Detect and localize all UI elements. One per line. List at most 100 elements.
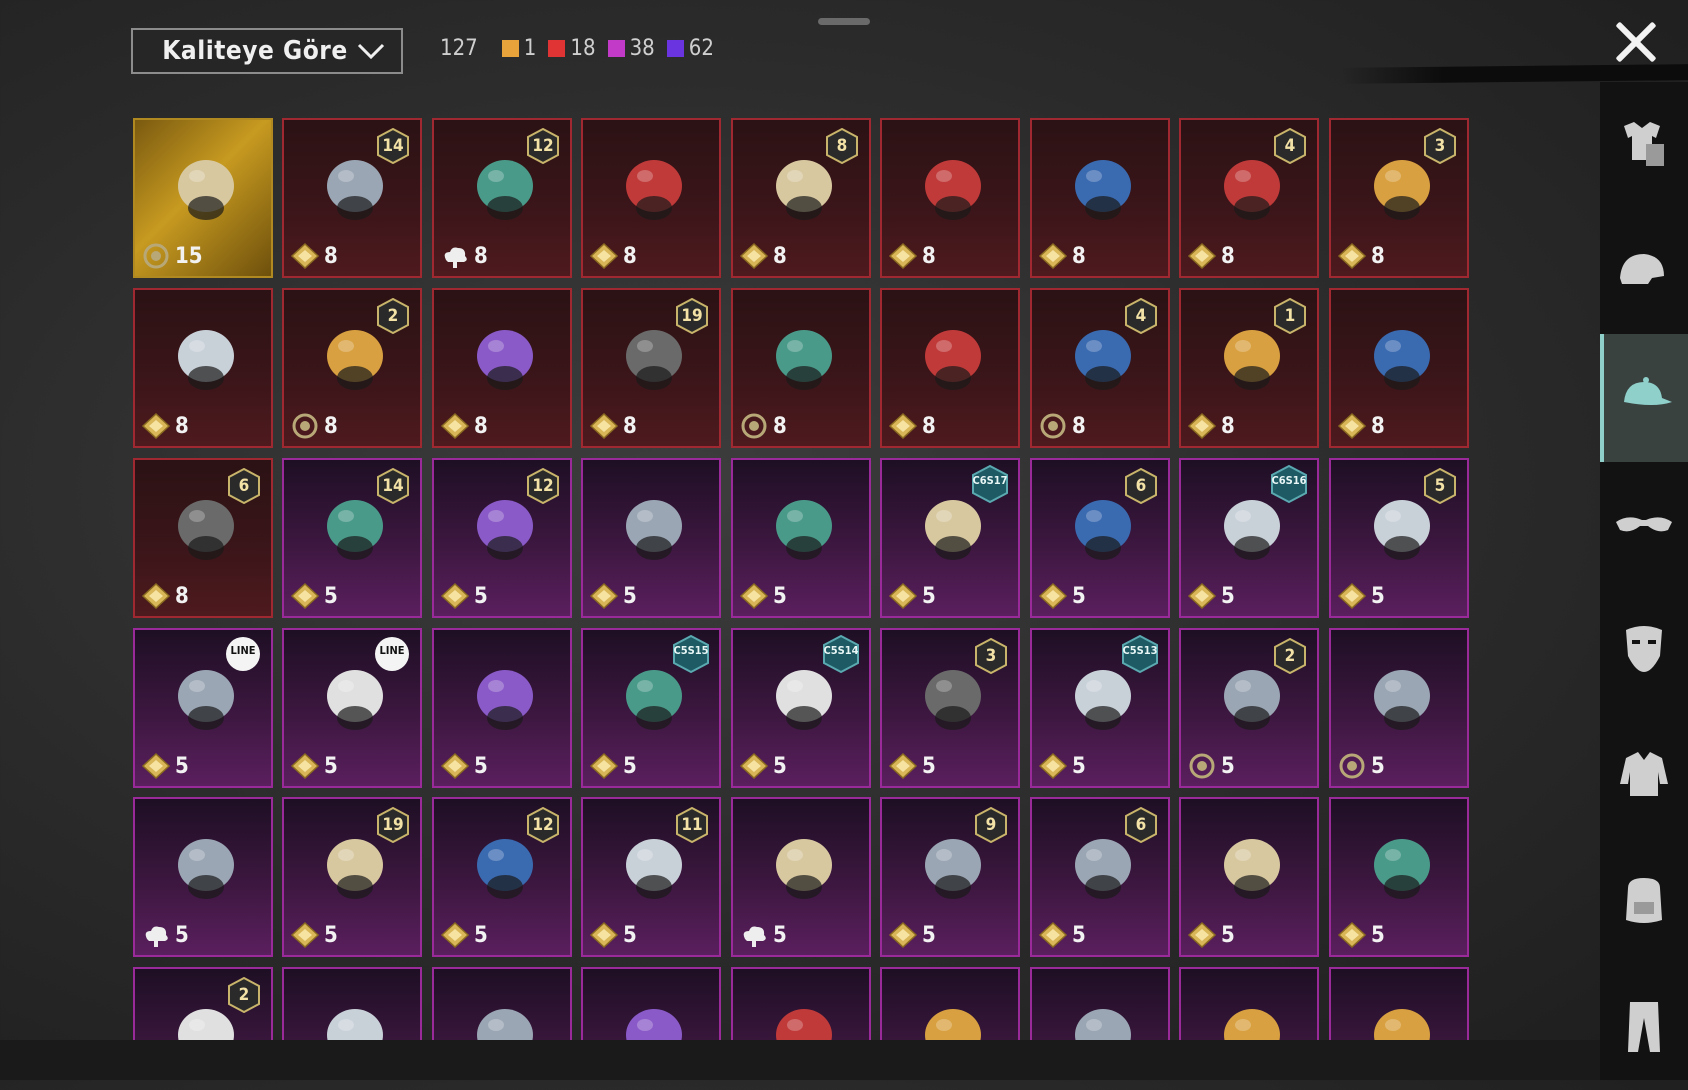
inventory-item[interactable] — [581, 967, 721, 1040]
inventory-item[interactable]: 48 — [1179, 118, 1319, 278]
inventory-item[interactable]: 8 — [1329, 288, 1469, 448]
sidebar-tab-pants[interactable] — [1600, 962, 1688, 1090]
inventory-item[interactable]: 11 5 — [581, 797, 721, 957]
inventory-item[interactable]: 8 — [731, 288, 871, 448]
ghost-icon — [1374, 330, 1430, 390]
cost-value: 5 — [1221, 583, 1235, 609]
item-cost: 5 — [1337, 582, 1385, 610]
inventory-item[interactable]: 5 — [133, 797, 273, 957]
cost-value: 5 — [623, 753, 637, 779]
inventory-item[interactable]: 95 — [880, 797, 1020, 957]
diamond-currency-icon — [739, 582, 769, 610]
outfit-icon — [1624, 122, 1664, 166]
inventory-item[interactable] — [432, 967, 572, 1040]
item-cost: 8 — [739, 412, 787, 440]
inventory-item[interactable]: LINE 5 — [282, 628, 422, 788]
inventory-item[interactable]: 48 — [1030, 288, 1170, 448]
inventory-item[interactable]: C5S14 5 — [731, 628, 871, 788]
inventory-item[interactable]: 68 — [133, 458, 273, 618]
inventory-item[interactable]: 28 — [282, 288, 422, 448]
inventory-item[interactable]: C5S15 5 — [581, 628, 721, 788]
diamond-currency-icon — [888, 582, 918, 610]
close-button[interactable] — [1608, 14, 1664, 70]
inventory-item[interactable]: 19 5 — [282, 797, 422, 957]
sidebar-tab-hat[interactable] — [1600, 334, 1688, 462]
inventory-item[interactable]: 65 — [1030, 797, 1170, 957]
sidebar-tab-mask[interactable] — [1600, 584, 1688, 712]
sidebar-tab-jacket[interactable] — [1600, 710, 1688, 838]
cost-value: 8 — [922, 243, 936, 269]
sidebar-tab-outfit[interactable] — [1600, 82, 1688, 210]
diamond-currency-icon — [1187, 921, 1217, 949]
inventory-item[interactable]: C5S13 5 — [1030, 628, 1170, 788]
level-badge: 5 — [1434, 476, 1446, 496]
inventory-item[interactable]: 15 — [133, 118, 273, 278]
inventory-item[interactable]: 12 5 — [432, 458, 572, 618]
inventory-item[interactable]: C6S16 5 — [1179, 458, 1319, 618]
inventory-item[interactable]: 14 8 — [282, 118, 422, 278]
inventory-item[interactable]: 5 — [731, 797, 871, 957]
inventory-item[interactable]: 18 — [1179, 288, 1319, 448]
inventory-item[interactable]: 5 — [731, 458, 871, 618]
inventory-item[interactable]: 38 — [1329, 118, 1469, 278]
inventory-item[interactable]: 8 — [581, 118, 721, 278]
inventory-item[interactable]: 5 — [1179, 797, 1319, 957]
inventory-item[interactable] — [1329, 967, 1469, 1040]
level-badge: 2 — [238, 985, 250, 1005]
rabbit-mask-icon — [178, 839, 234, 899]
gold-crown-icon — [776, 839, 832, 899]
sidebar-tab-glasses[interactable] — [1600, 460, 1688, 588]
inventory-item[interactable]: 65 — [1030, 458, 1170, 618]
dragon-helm-icon — [178, 330, 234, 390]
level-badge: 6 — [1135, 815, 1147, 835]
cost-value: 8 — [474, 413, 488, 439]
bottom-band — [0, 1040, 1600, 1080]
gold-helmet-icon — [178, 160, 234, 220]
item-cost: 5 — [1038, 752, 1086, 780]
inventory-item[interactable] — [1179, 967, 1319, 1040]
cost-value: 5 — [623, 583, 637, 609]
sidebar-tab-backpack[interactable] — [1600, 836, 1688, 964]
inventory-item[interactable]: 5 — [581, 458, 721, 618]
inventory-item[interactable] — [1030, 967, 1170, 1040]
inventory-item[interactable]: 19 8 — [581, 288, 721, 448]
inventory-item[interactable]: C6S17 5 — [880, 458, 1020, 618]
item-cost: 5 — [888, 752, 936, 780]
item-cost: 5 — [440, 921, 488, 949]
sidebar-tab-helmet[interactable] — [1600, 210, 1688, 338]
item-cost: 8 — [141, 582, 189, 610]
inventory-item[interactable]: 25 — [1179, 628, 1319, 788]
inventory-item[interactable]: 5 — [1329, 628, 1469, 788]
inventory-item[interactable]: 55 — [1329, 458, 1469, 618]
season-badge: C5S14 — [823, 644, 859, 657]
inventory-item[interactable]: 14 5 — [282, 458, 422, 618]
diamond-currency-icon — [290, 242, 320, 270]
inventory-item[interactable]: 8 — [133, 288, 273, 448]
cost-value: 5 — [175, 753, 189, 779]
cost-value: 5 — [1221, 922, 1235, 948]
inventory-item[interactable]: 5 — [1329, 797, 1469, 957]
inventory-item[interactable]: 2 — [133, 967, 273, 1040]
cost-value: 8 — [324, 243, 338, 269]
inventory-item[interactable]: LINE 5 — [133, 628, 273, 788]
inventory-item[interactable]: 8 — [880, 118, 1020, 278]
inventory-item[interactable]: 12 8 — [432, 118, 572, 278]
item-cost: 5 — [1038, 921, 1086, 949]
inventory-item[interactable]: 8 — [880, 288, 1020, 448]
level-badge: 14 — [382, 476, 404, 496]
jacket-icon — [1620, 752, 1668, 796]
inventory-item[interactable]: 35 — [880, 628, 1020, 788]
diamond-currency-icon — [888, 921, 918, 949]
inventory-item[interactable] — [880, 967, 1020, 1040]
item-cost: 8 — [589, 242, 637, 270]
oni-mask-icon — [477, 330, 533, 390]
inventory-item[interactable] — [282, 967, 422, 1040]
inventory-item[interactable]: 5 — [432, 628, 572, 788]
inventory-item[interactable]: 88 — [731, 118, 871, 278]
inventory-item[interactable]: 12 5 — [432, 797, 572, 957]
inventory-item[interactable] — [731, 967, 871, 1040]
cost-value: 5 — [324, 583, 338, 609]
inventory-item[interactable]: 8 — [1030, 118, 1170, 278]
inventory-item[interactable]: 8 — [432, 288, 572, 448]
line-friends-badge: LINE — [379, 644, 405, 657]
